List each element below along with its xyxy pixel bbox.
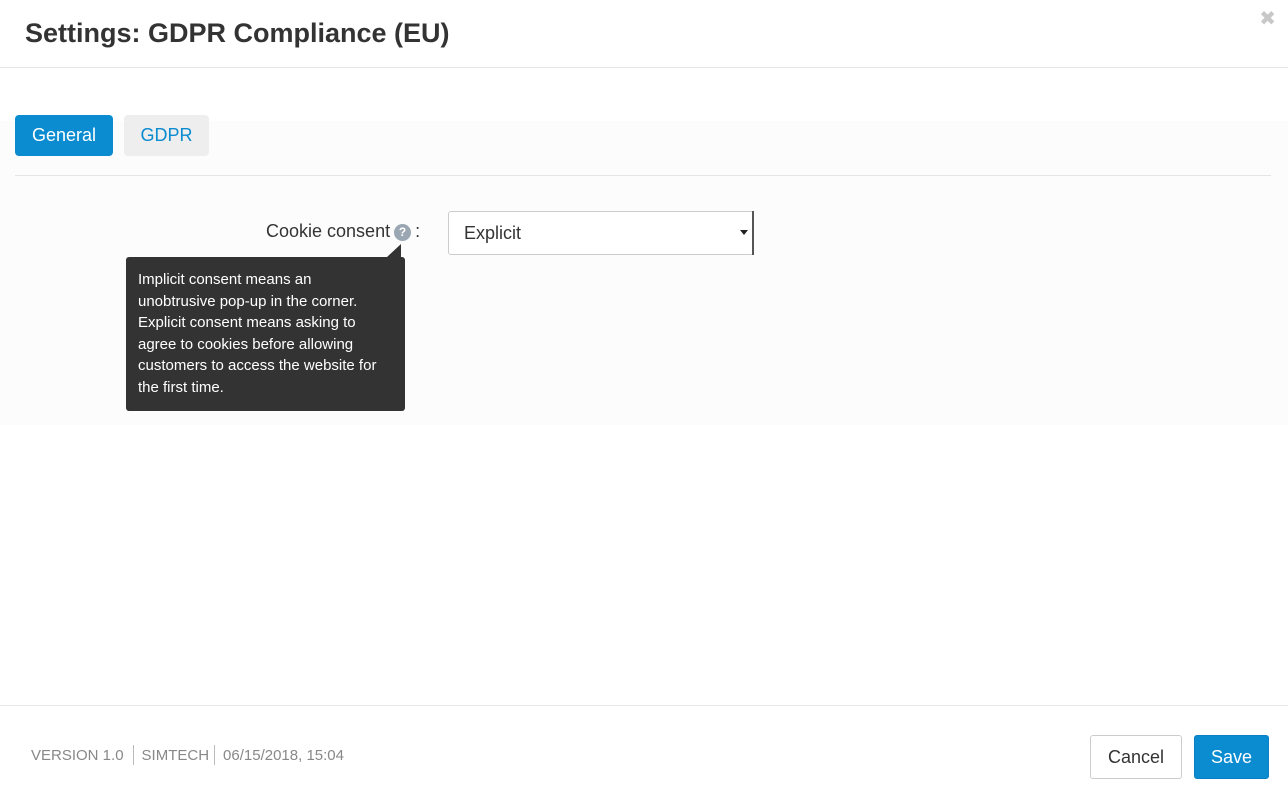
save-button[interactable]: Save (1194, 735, 1269, 779)
dialog-title: Settings: GDPR Compliance (EU) (25, 18, 450, 48)
tab-general[interactable]: General (15, 115, 113, 156)
settings-dialog: Settings: GDPR Compliance (EU) ✖ General… (0, 0, 1288, 804)
help-icon[interactable]: ? (394, 224, 412, 241)
version-text: VERSION 1.0 (31, 747, 124, 764)
cookie-consent-label-row: Cookie consent?: (266, 218, 420, 244)
cancel-button[interactable]: Cancel (1090, 735, 1182, 779)
cookie-consent-tooltip: Implicit consent means an unobtrusive po… (126, 257, 405, 411)
close-icon[interactable]: ✖ (1259, 6, 1276, 32)
tab-gdpr[interactable]: GDPR (124, 115, 209, 156)
addon-meta: VERSION 1.0 SIMTECH 06/15/2018, 15:04 (31, 745, 344, 767)
dialog-header: Settings: GDPR Compliance (EU) ✖ (0, 0, 1288, 68)
dialog-footer: VERSION 1.0 SIMTECH 06/15/2018, 15:04 Canc… (0, 705, 1288, 804)
select-arrow-area (740, 211, 754, 255)
label-colon: : (415, 221, 421, 241)
cookie-consent-value: Explicit (464, 223, 522, 243)
meta-separator (214, 745, 216, 765)
chevron-down-icon (740, 230, 748, 235)
tabs-divider (15, 175, 1271, 176)
cookie-consent-select[interactable]: Explicit (448, 211, 754, 255)
tooltip-arrow (387, 244, 401, 257)
cookie-consent-label: Cookie consent (266, 221, 391, 241)
vendor-text: SIMTECH (141, 747, 210, 764)
date-text: 06/15/2018, 15:04 (223, 747, 344, 764)
meta-separator (132, 745, 134, 765)
